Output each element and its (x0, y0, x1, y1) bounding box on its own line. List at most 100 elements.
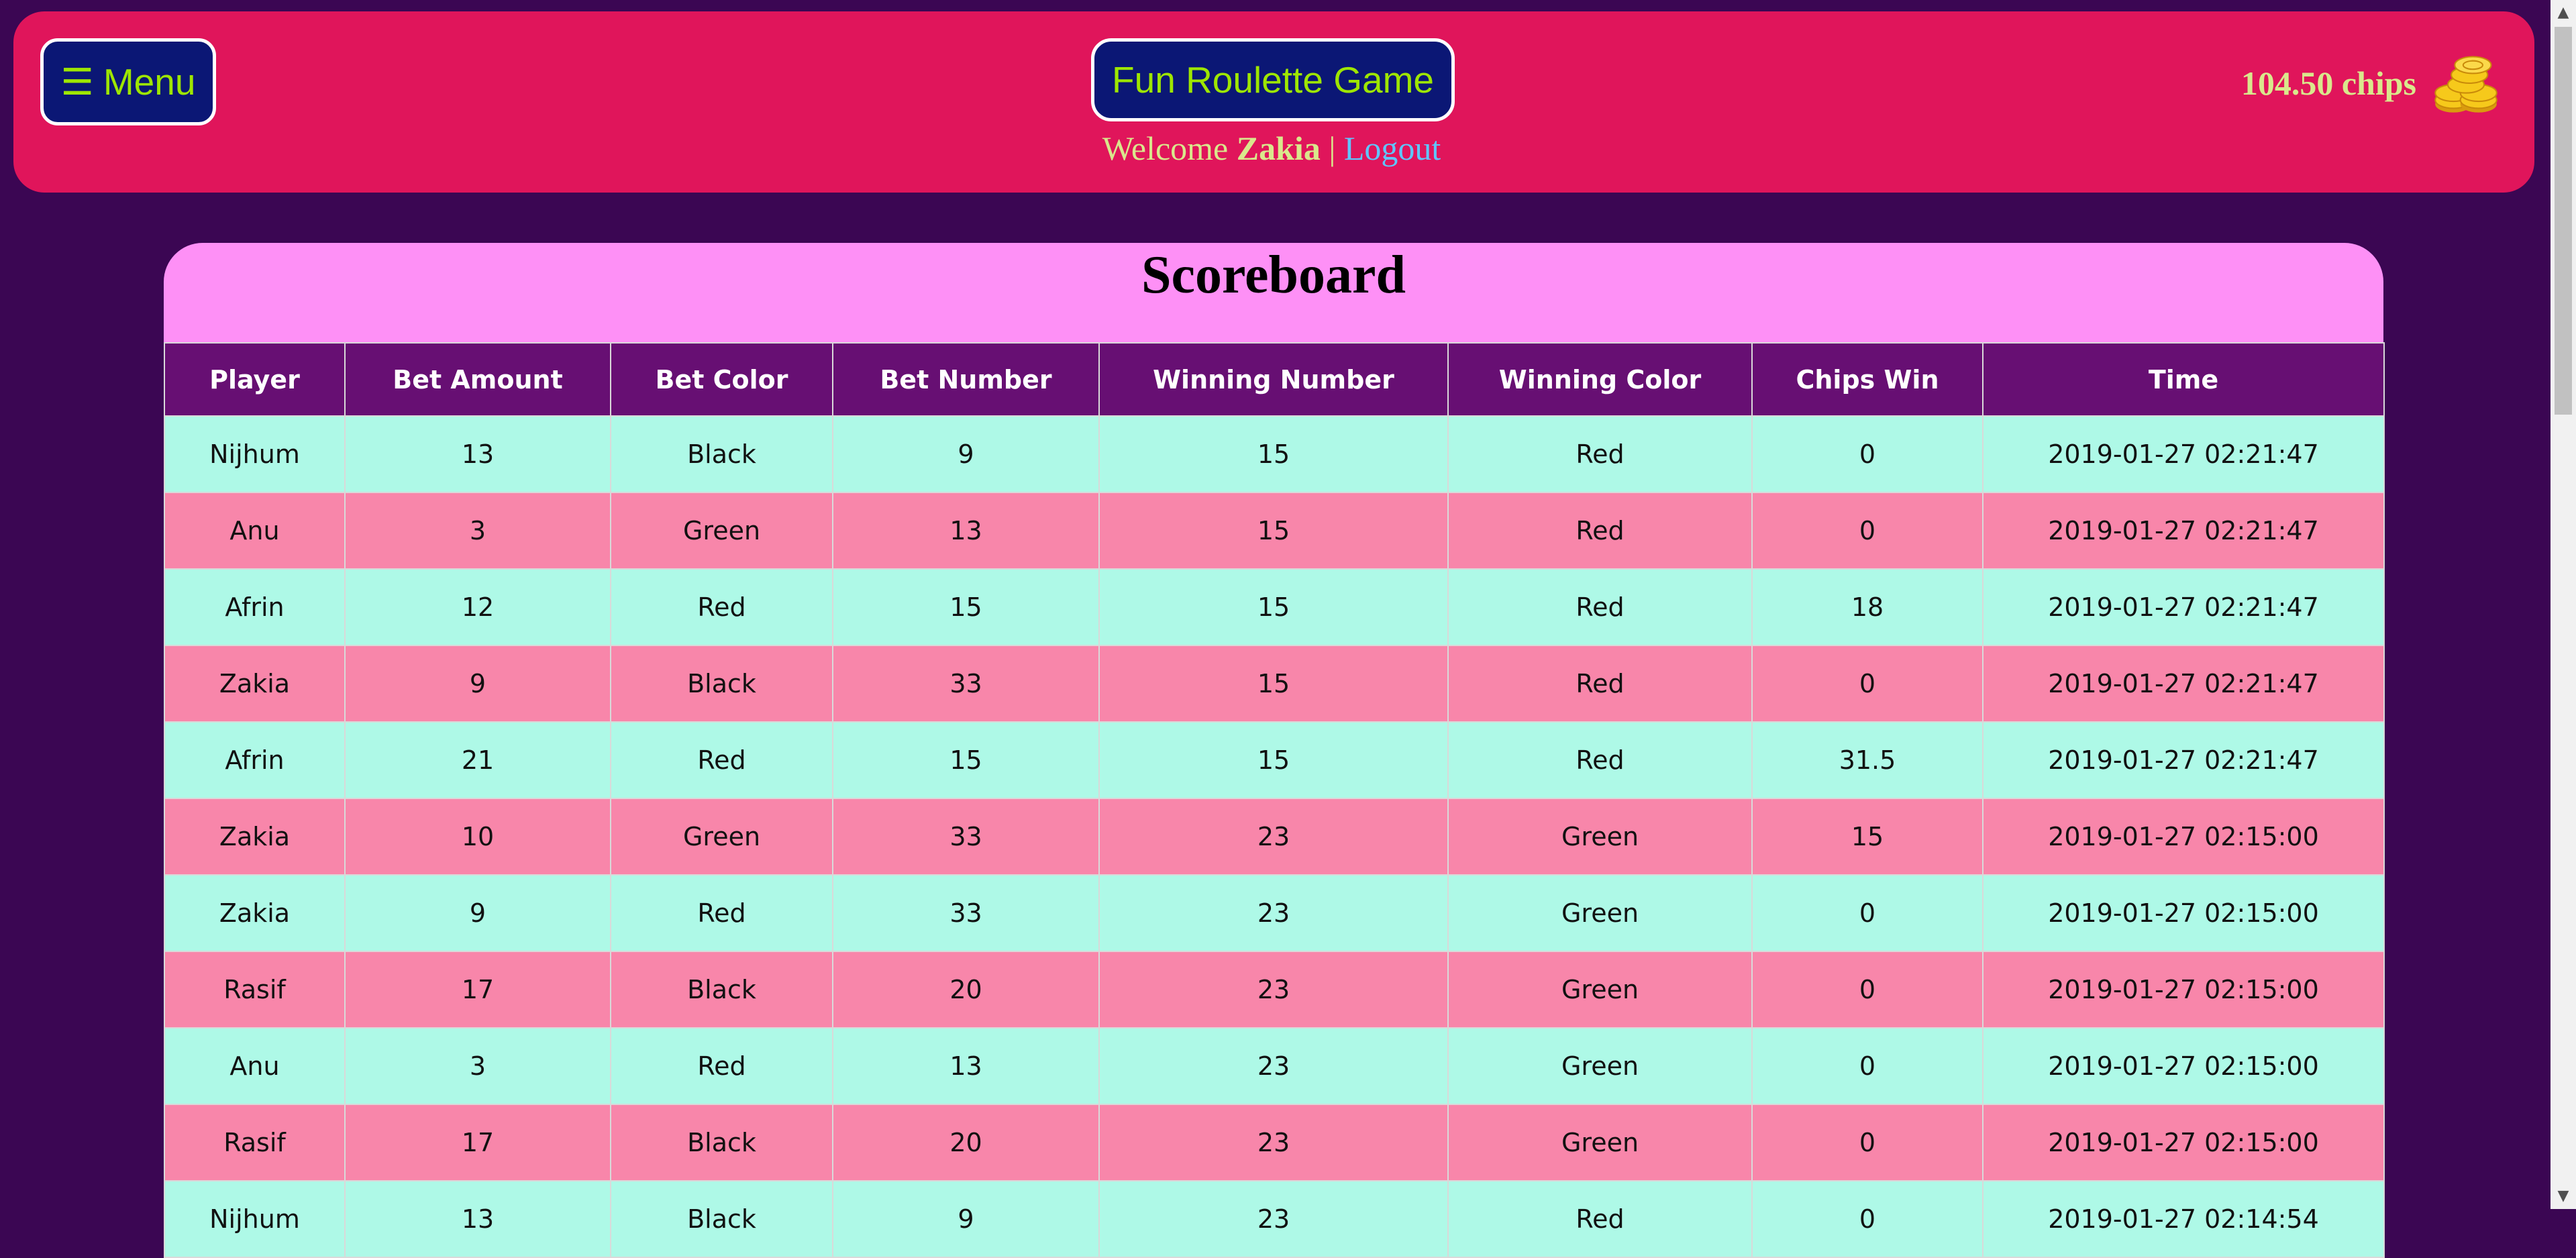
cell-bet-number: 13 (832, 1027, 1100, 1105)
cell-chips-win: 15 (1751, 798, 1983, 876)
cell-bet-amount: 10 (344, 798, 611, 876)
cell-chips-win: 31.5 (1751, 721, 1983, 799)
cell-bet-color: Black (610, 415, 833, 493)
scoreboard-table: Player Bet Amount Bet Color Bet Number W… (164, 342, 2385, 1258)
cell-winning-color: Red (1447, 721, 1753, 799)
chip-balance: 104.50 chips (2241, 48, 2501, 118)
column-header-winning-color: Winning Color (1447, 342, 1753, 417)
cell-time: 2019-01-27 02:14:54 (1982, 1180, 2385, 1258)
cell-bet-color: Black (610, 645, 833, 723)
cell-winning-number: 15 (1098, 568, 1449, 646)
cell-bet-number: 9 (832, 1180, 1100, 1258)
cell-bet-amount: 3 (344, 1027, 611, 1105)
cell-bet-amount: 12 (344, 568, 611, 646)
welcome-text: Welcome (1102, 129, 1229, 167)
cell-bet-amount: 21 (344, 721, 611, 799)
table-row: Nijhum 13 Black 9 15 Red 0 2019-01-27 02:21:47 (164, 415, 2385, 493)
table-header-row: Player Bet Amount Bet Color Bet Number W… (164, 342, 2385, 417)
cell-bet-color: Red (610, 721, 833, 799)
cell-player: Anu (164, 1027, 346, 1105)
cell-player: Zakia (164, 874, 346, 952)
cell-time: 2019-01-27 02:15:00 (1982, 874, 2385, 952)
cell-time: 2019-01-27 02:21:47 (1982, 721, 2385, 799)
logout-link[interactable]: Logout (1344, 129, 1441, 167)
cell-winning-number: 15 (1098, 492, 1449, 570)
cell-bet-color: Green (610, 492, 833, 570)
cell-bet-number: 15 (832, 721, 1100, 799)
welcome-line: Welcome Zakia | Logout (886, 129, 1657, 168)
table-row: Zakia 10 Green 33 23 Green 15 2019-01-27 02:15:… (164, 798, 2385, 876)
cell-bet-color: Black (610, 1180, 833, 1258)
cell-winning-color: Red (1447, 568, 1753, 646)
cell-player: Zakia (164, 798, 346, 876)
cell-winning-number: 23 (1098, 951, 1449, 1029)
cell-chips-win: 18 (1751, 568, 1983, 646)
cell-bet-number: 20 (832, 951, 1100, 1029)
vertical-scrollbar[interactable]: ▲ ▼ (2551, 0, 2576, 1209)
cell-player: Anu (164, 492, 346, 570)
scroll-up-arrow-icon[interactable]: ▲ (2551, 0, 2576, 25)
table-row: Zakia 9 Black 33 15 Red 0 2019-01-27 02:21:47 (164, 645, 2385, 723)
cell-winning-color: Red (1447, 492, 1753, 570)
table-row: Anu 3 Red 13 23 Green 0 2019-01-27 02:15:00 (164, 1027, 2385, 1105)
table-row: Afrin 12 Red 15 15 Red 18 2019-01-27 02:21:47 (164, 568, 2385, 646)
chips-amount: 104.50 chips (2240, 64, 2416, 102)
cell-bet-color: Red (610, 1027, 833, 1105)
cell-player: Nijhum (164, 1180, 346, 1258)
cell-bet-number: 20 (832, 1104, 1100, 1182)
cell-winning-number: 15 (1098, 415, 1449, 493)
cell-winning-number: 23 (1098, 874, 1449, 952)
cell-winning-color: Red (1447, 1180, 1753, 1258)
cell-bet-number: 13 (832, 492, 1100, 570)
cell-time: 2019-01-27 02:21:47 (1982, 492, 2385, 570)
scrollbar-thumb[interactable] (2555, 27, 2572, 415)
cell-chips-win: 0 (1751, 645, 1983, 723)
table-row: Anu 3 Green 13 15 Red 0 2019-01-27 02:21:47 (164, 492, 2385, 570)
cell-bet-number: 33 (832, 798, 1100, 876)
cell-time: 2019-01-27 02:21:47 (1982, 645, 2385, 723)
cell-winning-number: 15 (1098, 645, 1449, 723)
hamburger-icon: ☰ (60, 61, 94, 103)
cell-bet-color: Green (610, 798, 833, 876)
column-header-time: Time (1982, 342, 2385, 417)
menu-label: Menu (103, 61, 196, 103)
table-row: Zakia 9 Red 33 23 Green 0 2019-01-27 02:15:00 (164, 874, 2385, 952)
table-row: Nijhum 13 Black 9 23 Red 0 2019-01-27 02:14:54 (164, 1180, 2385, 1258)
cell-player: Zakia (164, 645, 346, 723)
cell-bet-amount: 17 (344, 1104, 611, 1182)
column-header-player: Player (164, 342, 346, 417)
cell-bet-number: 33 (832, 874, 1100, 952)
menu-button[interactable]: ☰ Menu (40, 38, 216, 125)
cell-winning-color: Green (1447, 798, 1753, 876)
game-title-button[interactable]: Fun Roulette Game (1091, 38, 1455, 121)
cell-time: 2019-01-27 02:15:00 (1982, 1027, 2385, 1105)
cell-bet-number: 9 (832, 415, 1100, 493)
column-header-chips-win: Chips Win (1751, 342, 1983, 417)
cell-chips-win: 0 (1751, 874, 1983, 952)
cell-player: Rasif (164, 951, 346, 1029)
cell-bet-amount: 9 (344, 645, 611, 723)
cell-player: Afrin (164, 568, 346, 646)
column-header-bet-amount: Bet Amount (344, 342, 611, 417)
cell-time: 2019-01-27 02:15:00 (1982, 798, 2385, 876)
cell-winning-color: Green (1447, 951, 1753, 1029)
table-row: Rasif 17 Black 20 23 Green 0 2019-01-27 02:15:0… (164, 951, 2385, 1029)
cell-player: Afrin (164, 721, 346, 799)
cell-time: 2019-01-27 02:21:47 (1982, 415, 2385, 493)
cell-bet-number: 15 (832, 568, 1100, 646)
top-header: ☰ Menu Fun Roulette Game Welcome Zakia |… (13, 11, 2534, 193)
cell-time: 2019-01-27 02:21:47 (1982, 568, 2385, 646)
separator: | (1329, 129, 1336, 167)
scoreboard: Scoreboard Player Bet Amount Bet Color B… (164, 243, 2385, 1258)
cell-chips-win: 0 (1751, 951, 1983, 1029)
cell-chips-win: 0 (1751, 415, 1983, 493)
cell-chips-win: 0 (1751, 1027, 1983, 1105)
scroll-down-arrow-icon[interactable]: ▼ (2551, 1184, 2576, 1209)
column-header-winning-number: Winning Number (1098, 342, 1449, 417)
cell-bet-amount: 17 (344, 951, 611, 1029)
cell-winning-number: 23 (1098, 798, 1449, 876)
cell-bet-color: Black (610, 1104, 833, 1182)
cell-chips-win: 0 (1751, 1104, 1983, 1182)
cell-bet-number: 33 (832, 645, 1100, 723)
cell-chips-win: 0 (1751, 492, 1983, 570)
